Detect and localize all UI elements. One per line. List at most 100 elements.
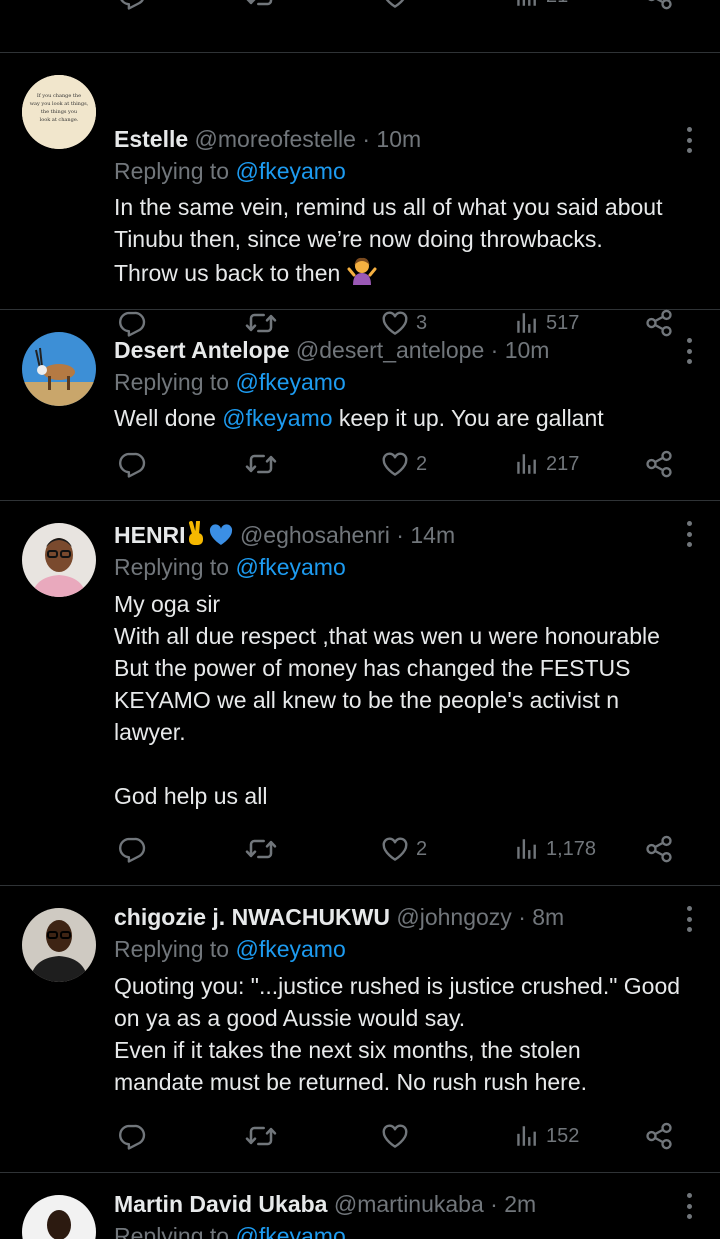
views-count: 21 [546,0,568,8]
share-button[interactable] [644,829,674,869]
share-button[interactable] [644,1116,674,1156]
woman-shrugging-emoji [347,257,377,285]
avatar[interactable] [22,332,96,406]
retweet-button[interactable] [245,1116,277,1156]
replying-to-label: Replying to [114,554,230,580]
svg-text:way you look at things,: way you look at things, [30,101,89,107]
separator-dot: · [490,337,499,363]
display-name[interactable]: chigozie j. NWACHUKWU [114,904,390,930]
views-icon [514,451,540,477]
like-button[interactable] [380,1116,416,1156]
retweet-button[interactable] [245,444,277,484]
tweet-text: My oga sir With all due respect ,that wa… [114,591,660,809]
tweet-body: In the same vein, remind us all of what … [114,194,663,286]
previous-tweet-actions: 21 [0,0,720,52]
views-count: 217 [546,452,580,475]
views-icon [514,1123,540,1149]
views-count: 152 [546,1124,580,1147]
views-count: 1,178 [546,837,597,860]
mention-link[interactable]: @fkeyamo [235,936,345,962]
avatar[interactable] [22,1195,96,1239]
reply-button[interactable] [117,444,147,484]
share-icon [644,1121,674,1151]
timestamp[interactable]: 2m [504,1191,536,1217]
tweet-body-start: Well done [114,405,223,431]
avatar[interactable] [22,908,96,982]
reply-button[interactable] [117,0,147,16]
tweet-header: Estelle @moreofestelle · 10m [114,123,698,155]
reply-icon [117,0,147,11]
user-handle[interactable]: @moreofestelle [195,126,356,152]
antelope-photo-avatar [22,332,96,406]
share-button[interactable] [644,0,674,16]
timestamp[interactable]: 14m [410,522,455,548]
replying-to-label: Replying to [114,936,230,962]
quote-image-avatar: If you change the way you look at things… [22,75,96,149]
mention-link[interactable]: @fkeyamo [235,369,345,395]
mention-link[interactable]: @fkeyamo [222,405,332,431]
heart-icon [380,0,410,11]
separator-dot: · [396,522,404,548]
views-button[interactable]: 21 [514,0,568,16]
replying-to: Replying to @fkeyamo [114,1220,698,1239]
views-button[interactable]: 152 [514,1116,579,1156]
like-count: 2 [416,837,428,860]
timestamp[interactable]: 10m [505,337,550,363]
tweet-text: Quoting you: "...justice rushed is justi… [114,973,681,1095]
mention-link[interactable]: @fkeyamo [235,1223,345,1239]
replying-to: Replying to @fkeyamo [114,155,698,187]
mention-link[interactable]: @fkeyamo [235,554,345,580]
user-handle[interactable]: @desert_antelope [296,337,484,363]
replying-to: Replying to @fkeyamo [114,551,698,583]
tweet[interactable]: Martin David Ukaba @martinukaba · 2m Rep… [0,1173,720,1239]
views-button[interactable]: 1,178 [514,829,596,869]
display-name[interactable]: Martin David Ukaba [114,1191,327,1217]
display-name[interactable]: HENRI [114,522,186,548]
display-name[interactable]: Estelle [114,126,188,152]
tweet-header: HENRI @eghosahenri · 14m [114,519,698,551]
retweet-button[interactable] [245,0,277,16]
replying-to: Replying to @fkeyamo [114,366,698,398]
tweet-header: Martin David Ukaba @martinukaba · 2m [114,1188,698,1220]
retweet-icon [245,448,277,480]
user-handle[interactable]: @johngozy [396,904,511,930]
timestamp[interactable]: 8m [532,904,564,930]
views-button[interactable]: 217 [514,444,579,484]
mention-link[interactable]: @fkeyamo [235,158,345,184]
views-icon [514,836,540,862]
retweet-icon [245,0,277,12]
svg-text:If you change the: If you change the [37,93,81,99]
tweet[interactable]: chigozie j. NWACHUKWU @johngozy · 8m Rep… [0,886,720,1172]
retweet-button[interactable] [245,829,277,869]
tweet-text: In the same vein, remind us all of what … [114,191,698,289]
share-icon [644,834,674,864]
man-suit-photo-avatar [22,1195,96,1239]
user-handle[interactable]: @martinukaba [334,1191,484,1217]
reply-button[interactable] [117,829,147,869]
user-handle[interactable]: @eghosahenri [240,522,390,548]
share-icon [644,449,674,479]
tweet-text: Well done @fkeyamo keep it up. You are g… [114,402,698,434]
heart-icon [380,1121,410,1151]
share-button[interactable] [644,444,674,484]
display-name[interactable]: Desert Antelope [114,337,290,363]
timestamp[interactable]: 10m [376,126,421,152]
tweet[interactable]: Desert Antelope @desert_antelope · 10m R… [0,310,720,500]
tweet[interactable]: If you change the way you look at things… [0,53,720,309]
like-button[interactable]: 2 [380,444,427,484]
like-button[interactable] [380,0,410,16]
avatar[interactable] [22,523,96,597]
man-dark-photo-avatar [22,908,96,982]
separator-dot: · [362,126,371,152]
svg-text:the things you: the things you [41,109,78,115]
avatar[interactable]: If you change the way you look at things… [22,75,96,149]
separator-dot: · [490,1191,498,1217]
like-button[interactable]: 2 [380,829,427,869]
reply-button[interactable] [117,1116,147,1156]
tweet[interactable]: HENRI @eghosahenri · 14m Replying to @fk… [0,501,720,885]
retweet-icon [245,1120,277,1152]
heart-icon [380,449,410,479]
reply-icon [117,1121,147,1151]
views-icon [514,0,540,9]
svg-text:look at change.: look at change. [40,117,79,123]
